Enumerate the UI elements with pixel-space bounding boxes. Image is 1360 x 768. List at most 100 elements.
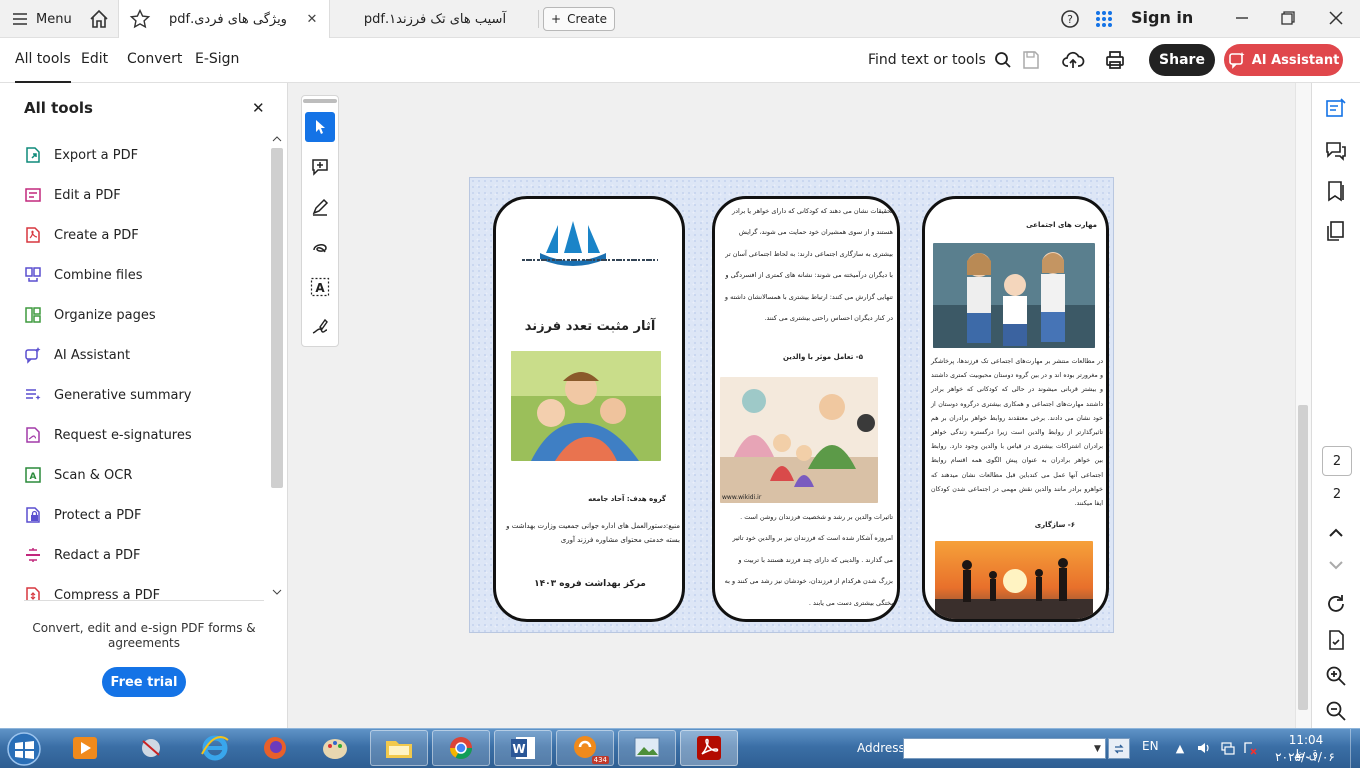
show-desktop-button[interactable] (1350, 729, 1360, 768)
print-icon[interactable] (1103, 48, 1127, 72)
tool-item-compress-pdf[interactable]: Compress a PDF (24, 575, 264, 600)
help-icon[interactable]: ? (1059, 8, 1081, 30)
promo-text: Convert, edit and e-sign PDF forms & agr… (32, 621, 256, 650)
taskbar-internet-explorer[interactable] (186, 730, 244, 766)
tray-expand-icon[interactable]: ▲ (1172, 740, 1188, 756)
address-input[interactable] (903, 738, 1106, 759)
save-icon[interactable] (1019, 48, 1043, 72)
tool-item-edit-pdf[interactable]: Edit a PDF (24, 175, 264, 215)
taskbar-app-badge[interactable]: 434 (556, 730, 614, 766)
tool-item-generative-summary[interactable]: Generative summary (24, 375, 264, 415)
svg-text:?: ? (1067, 13, 1073, 26)
free-trial-button[interactable]: Free trial (102, 667, 186, 697)
create-button[interactable]: + Create (543, 7, 615, 31)
current-page-input[interactable]: 2 (1322, 446, 1352, 476)
text-tool[interactable]: A (305, 272, 335, 302)
chevron-up-icon[interactable] (1324, 521, 1348, 545)
share-button[interactable]: Share (1149, 44, 1215, 76)
tab-bar: Menu ویژگی های فردی.pdf ✕ آسیب های تک فر… (0, 0, 1360, 38)
address-go-button[interactable] (1108, 738, 1130, 759)
paint-palette-icon (323, 739, 347, 759)
tool-item-label: Export a PDF (54, 147, 139, 163)
tool-item-create-pdf[interactable]: Create a PDF (24, 215, 264, 255)
menu-button[interactable]: Menu (12, 8, 72, 30)
minimize-button[interactable] (1230, 6, 1254, 30)
home-button[interactable] (88, 8, 110, 30)
tool-item-redact-pdf[interactable]: Redact a PDF (24, 535, 264, 575)
search-icon (994, 52, 1011, 68)
taskbar-paint[interactable] (306, 730, 364, 766)
edit-text-icon[interactable] (1324, 96, 1348, 120)
pages-icon[interactable] (1324, 219, 1348, 243)
star-icon[interactable] (129, 8, 151, 30)
comment-tool[interactable] (305, 152, 335, 182)
taskbar-network-app[interactable] (122, 730, 180, 766)
cloud-upload-icon[interactable] (1061, 48, 1085, 72)
quick-tools-grip[interactable] (303, 99, 337, 103)
tool-item-label: Generative summary (54, 387, 192, 403)
tool-item-combine-files[interactable]: Combine files (24, 255, 264, 295)
firefox-icon (264, 737, 286, 759)
tab-convert[interactable]: Convert (127, 51, 182, 67)
clock-date[interactable]: ۲۰۲۵/۰۱/۰۶ (1270, 750, 1340, 764)
volume-icon[interactable] (1196, 740, 1212, 756)
taskbar-firefox[interactable] (246, 730, 304, 766)
maximize-button[interactable] (1276, 6, 1300, 30)
protect-pdf-icon (26, 507, 40, 523)
sign-tool[interactable] (305, 312, 335, 342)
highlight-tool[interactable] (305, 192, 335, 222)
tool-item-ai-assistant[interactable]: AI Assistant (24, 335, 264, 375)
taskbar-file-explorer[interactable] (370, 730, 428, 766)
go-arrows-icon (1114, 744, 1124, 753)
close-window-button[interactable] (1324, 6, 1348, 30)
tool-item-export-pdf[interactable]: Export a PDF (24, 135, 264, 175)
tools-list-scroll-thumb[interactable] (271, 148, 283, 488)
taskbar-word[interactable]: W (494, 730, 552, 766)
taskbar-media-player[interactable] (56, 730, 114, 766)
taskbar-chrome[interactable] (432, 730, 490, 766)
ai-assistant-button[interactable]: AI Assistant (1224, 44, 1343, 76)
tab-edit[interactable]: Edit (81, 51, 108, 67)
select-tool[interactable] (305, 112, 335, 142)
tool-item-scan-ocr[interactable]: A Scan & OCR (24, 455, 264, 495)
zoom-in-icon[interactable] (1324, 664, 1348, 688)
satellite-icon (142, 739, 160, 757)
total-pages: 2 (1332, 487, 1342, 502)
comments-icon[interactable] (1324, 139, 1348, 163)
zoom-out-icon[interactable] (1324, 699, 1348, 723)
bookmarks-icon[interactable] (1324, 179, 1348, 203)
apps-grid-icon[interactable] (1093, 8, 1115, 30)
tab-active-document[interactable]: ویژگی های فردی.pdf ✕ (118, 0, 330, 38)
dropdown-arrow-icon[interactable]: ▼ (1090, 739, 1105, 758)
network-icon[interactable] (1220, 740, 1236, 756)
action-center-icon[interactable] (1242, 740, 1258, 756)
section-heading-parents: ۵- تعامل موثر با والدین (782, 353, 863, 361)
tool-item-protect-pdf[interactable]: Protect a PDF (24, 495, 264, 535)
brochure-panel-cover: آثار مثبت تعدد فرزند گروه هدف: آحاد جامع… (493, 196, 685, 622)
tool-item-organize-pages[interactable]: Organize pages (24, 295, 264, 335)
tab-close-icon[interactable]: ✕ (305, 12, 319, 27)
tool-item-request-esignatures[interactable]: Request e-signatures (24, 415, 264, 455)
find-tools-search[interactable]: Find text or tools (868, 51, 1012, 69)
folder-icon (386, 741, 412, 758)
source-text: منبع:دستورالعمل های اداره جوانی جمعیت وز… (506, 522, 680, 544)
language-indicator[interactable]: EN (1142, 739, 1159, 753)
tab-all-tools[interactable]: All tools (15, 51, 71, 83)
tool-item-label: AI Assistant (54, 347, 131, 363)
ai-assistant-icon (25, 347, 41, 364)
tab-esign[interactable]: E-Sign (195, 51, 239, 67)
windows-start-icon[interactable] (4, 731, 44, 767)
siblings-photo (933, 243, 1095, 348)
page-settings-icon[interactable] (1324, 628, 1348, 652)
sign-in-link[interactable]: Sign in (1131, 8, 1193, 27)
tab-inactive-document[interactable]: آسیب های تک فرزند۱.pdf (335, 0, 535, 38)
taskbar-acrobat[interactable] (680, 730, 738, 766)
social-skills-text: در مطالعات منتشر بر مهارت‌های اجتماعی تک… (931, 358, 1103, 508)
edit-pdf-icon (25, 188, 41, 202)
taskbar-image-viewer[interactable] (618, 730, 676, 766)
rotate-icon[interactable] (1324, 592, 1348, 616)
panel-close-icon[interactable]: ✕ (252, 99, 265, 117)
draw-tool[interactable] (305, 232, 335, 262)
chevron-down-icon[interactable] (1324, 553, 1348, 577)
document-scroll-thumb[interactable] (1298, 405, 1308, 710)
